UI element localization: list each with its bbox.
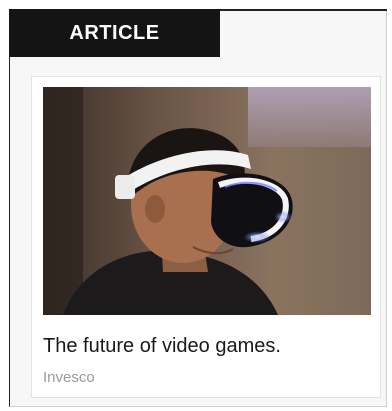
top-divider: [210, 9, 387, 11]
content-type-label-text: ARTICLE: [69, 21, 160, 44]
article-card[interactable]: The future of video games. Invesco: [31, 76, 381, 398]
article-source: Invesco: [43, 369, 95, 386]
article-thumbnail[interactable]: [43, 87, 371, 315]
article-title[interactable]: The future of video games.: [43, 335, 373, 358]
vr-headset-photo: [43, 87, 371, 315]
content-type-label: ARTICLE: [9, 9, 220, 57]
